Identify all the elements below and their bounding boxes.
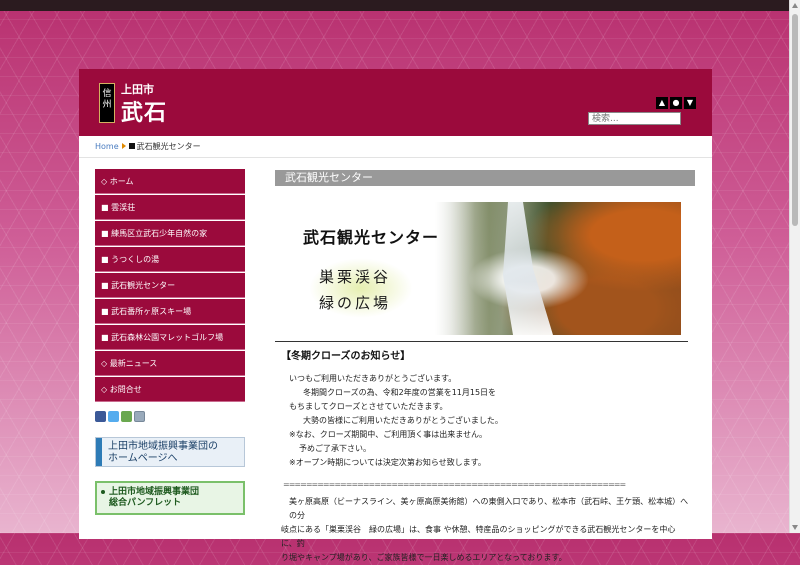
notice-line: 冬期間クローズの為、令和2年度の営業を11月15日を (303, 388, 497, 397)
page-container: 信州 上田市 武石 ▲●▼ Home 武石観光センター ◇ ホーム ■ 雲渓荘 ■… (79, 69, 712, 562)
paragraph-line: 美ヶ原高原（ビーナスライン、美ヶ原高原美術館）への東側入口であり、松本市（武石峠… (289, 497, 689, 520)
breadcrumb-divider (79, 157, 712, 158)
sidebar-item-news[interactable]: ◇ 最新ニュース (95, 351, 245, 376)
notice-body: いつもご利用いただきありがとうございます。 冬期間クローズの為、令和2年度の営業… (289, 372, 503, 470)
notice-line: もちましてクローズとさせていただきます。 (289, 402, 448, 411)
notice-line: いつもご利用いただきありがとうございます。 (289, 374, 457, 383)
banner-accent-bar (96, 438, 102, 466)
text-divider: ========================================… (283, 480, 626, 489)
home-circle-icon[interactable]: ● (670, 97, 682, 109)
page-title: 武石観光センター (275, 170, 695, 186)
banner2-text: 上田市地域振興事業団 総合パンフレット (109, 487, 200, 508)
sidebar-item-nerima-nature-house[interactable]: ■ 練馬区立武石少年自然の家 (95, 221, 245, 246)
logo-big-text: 武石 (121, 100, 168, 126)
notice-line: ※オープン時期については決定次第お知らせ致します。 (289, 458, 486, 467)
browser-top-bar (0, 0, 790, 11)
breadcrumb-square-icon (128, 143, 135, 149)
scroll-down-icon[interactable]: ▼ (684, 97, 696, 109)
scroll-up-icon[interactable]: ▲ (656, 97, 668, 109)
notice-title: 【冬期クローズのお知らせ】 (281, 351, 411, 362)
page-scrollbar[interactable] (789, 0, 800, 533)
sidebar-nav: ◇ ホーム ■ 雲渓荘 ■ 練馬区立武石少年自然の家 ■ うつくしの湯 ■ 武石… (95, 169, 245, 403)
sidebar-item-mallet-golf[interactable]: ■ 武石森林公園マレットゴルフ場 (95, 325, 245, 350)
hero-title: 武石観光センター (303, 228, 440, 247)
promotion-homepage-banner[interactable]: 上田市地域振興事業団の ホームページへ (95, 437, 245, 467)
scroll-down-arrow-icon[interactable] (792, 525, 798, 530)
sidebar-item-ski-area[interactable]: ■ 武石番所ヶ原スキー場 (95, 299, 245, 324)
paragraph-line: り堀やキャンプ場があり、ご家族皆様で一日楽しめるエリアとなっております。 (281, 553, 567, 562)
breadcrumb: Home 武石観光センター (95, 141, 201, 152)
breadcrumb-arrow-icon (121, 143, 126, 149)
hero-fade (415, 202, 475, 335)
banner1-text: 上田市地域振興事業団の ホームページへ (108, 441, 218, 464)
main-content: 武石観光センター 武石観光センター 巣栗渓谷 緑の広場 【冬期クローズのお知らせ】… (275, 170, 695, 562)
site-logo[interactable]: 信州 上田市 武石 (99, 81, 179, 127)
site-header: 信州 上田市 武石 ▲ ● ▼ (79, 69, 712, 136)
description-paragraph: 美ヶ原高原（ビーナスライン、美ヶ原高原美術館）への東側入口であり、松本市（武石峠… (281, 495, 691, 565)
breadcrumb-current: 武石観光センター (136, 142, 201, 151)
sidebar-item-unkeiso[interactable]: ■ 雲渓荘 (95, 195, 245, 220)
twitter-icon[interactable] (108, 411, 119, 422)
sidebar-item-utsukushi-no-yu[interactable]: ■ うつくしの湯 (95, 247, 245, 272)
banner-dot-icon (101, 490, 105, 494)
breadcrumb-home-link[interactable]: Home (95, 142, 119, 151)
pamphlet-banner[interactable]: 上田市地域振興事業団 総合パンフレット (95, 481, 245, 515)
hatena-icon[interactable] (121, 411, 132, 422)
paragraph-line: 岐点にある「巣栗渓谷 緑の広場」は、食事 や休憩、特産品のショッピングができる武… (281, 525, 676, 548)
sidebar-item-tourist-center[interactable]: ■ 武石観光センター (95, 273, 245, 298)
sidebar-item-contact[interactable]: ◇ お問合せ (95, 377, 245, 402)
logo-vertical-text: 信州 (99, 83, 115, 123)
mail-icon[interactable] (134, 411, 145, 422)
notice-line: 予めご了承下さい。 (299, 444, 371, 453)
sidebar-item-home[interactable]: ◇ ホーム (95, 169, 245, 194)
hero-subtitle: 巣栗渓谷 緑の広場 (319, 268, 392, 312)
header-nav-icons: ▲ ● ▼ (656, 90, 698, 109)
scroll-up-arrow-icon[interactable] (792, 3, 798, 8)
search-input[interactable] (588, 112, 681, 125)
notice-line: 大勢の皆様にご利用いただきありがとうございました。 (303, 416, 503, 425)
notice-line: ※なお、クローズ期間中、ご利用頂く事は出来ません。 (289, 430, 488, 439)
hero-image: 武石観光センター 巣栗渓谷 緑の広場 (275, 202, 681, 335)
share-buttons (95, 407, 147, 426)
facebook-icon[interactable] (95, 411, 106, 422)
scrollbar-thumb[interactable] (792, 14, 798, 226)
notice-divider (275, 341, 688, 342)
